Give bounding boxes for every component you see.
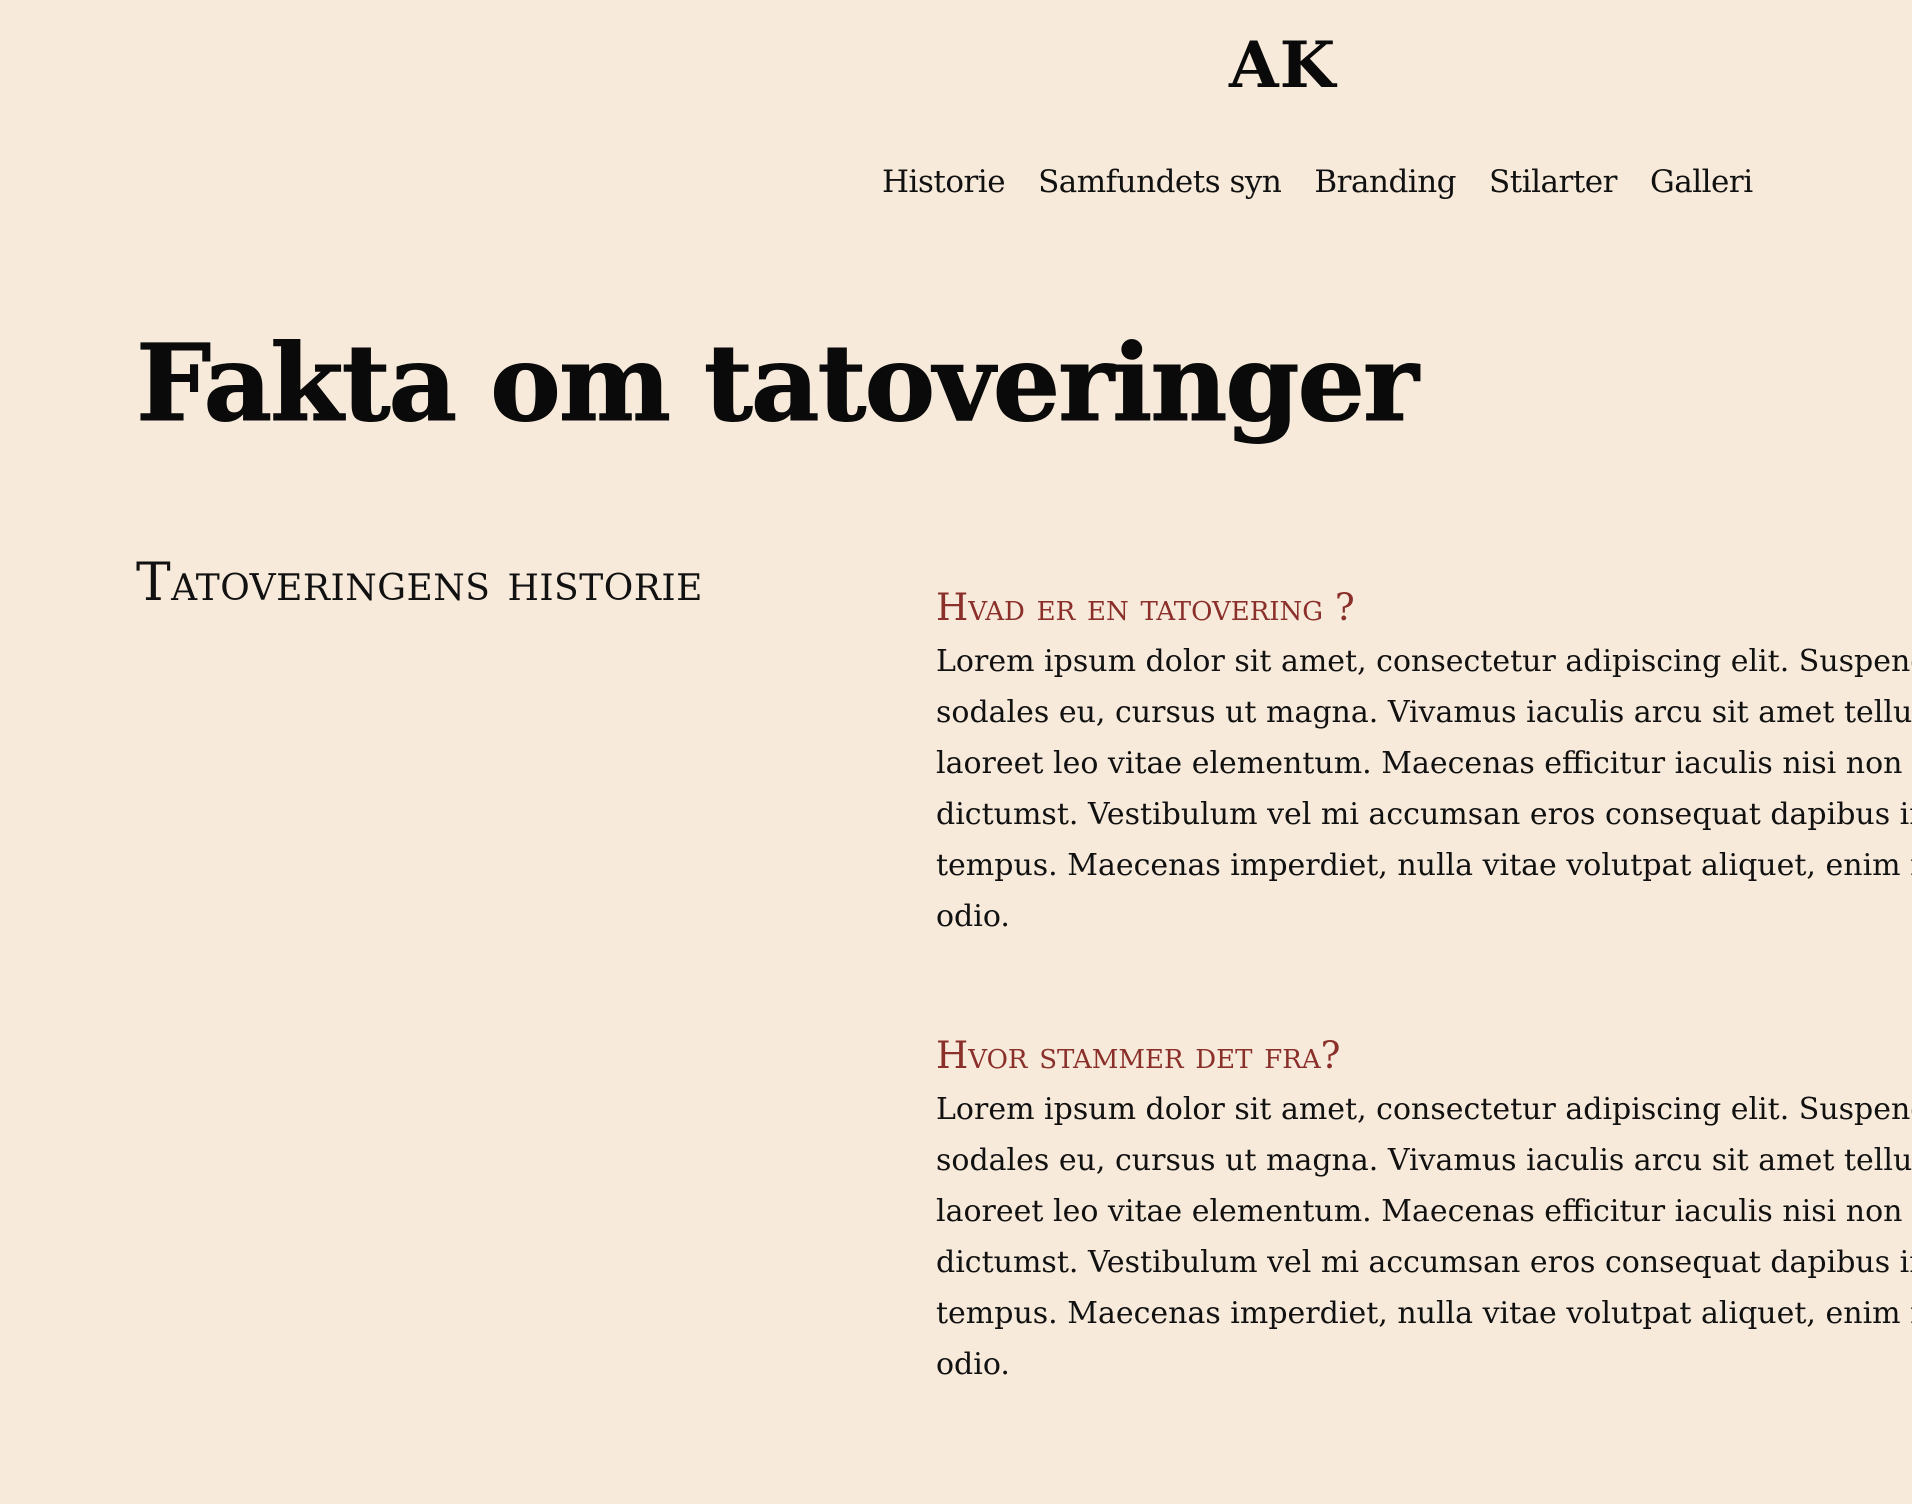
article-body-line: tempus. Maecenas imperdiet, nulla vitae … — [936, 1296, 1912, 1331]
page-title: Fakta om tatoveringer — [136, 320, 1420, 446]
article-body-line: laoreet leo vitae elementum. Maecenas ef… — [936, 1194, 1912, 1229]
article-body-line: Lorem ipsum dolor sit amet, consectetur … — [936, 644, 1912, 679]
site-logo[interactable]: AK — [1229, 28, 1336, 104]
article-body: Lorem ipsum dolor sit amet, consectetur … — [936, 636, 1912, 942]
article-heading: Hvor stammer det fra? — [936, 1034, 1341, 1077]
article-body-line: tempus. Maecenas imperdiet, nulla vitae … — [936, 848, 1912, 883]
article-body-line: dictumst. Vestibulum vel mi accumsan ero… — [936, 1245, 1912, 1280]
article-body: Lorem ipsum dolor sit amet, consectetur … — [936, 1084, 1912, 1390]
nav-item-galleri[interactable]: Galleri — [1650, 160, 1753, 204]
article-body-line: sodales eu, cursus ut magna. Vivamus iac… — [936, 1143, 1912, 1178]
article-origin: Hvor stammer det fra? Lorem ipsum dolor … — [936, 1028, 1912, 1390]
article-body-line: sodales eu, cursus ut magna. Vivamus iac… — [936, 695, 1912, 730]
article-column: Hvad er en tatovering ? Lorem ipsum dolo… — [936, 580, 1912, 1390]
article-body-line: Lorem ipsum dolor sit amet, consectetur … — [936, 1092, 1912, 1127]
nav-item-samfundets-syn[interactable]: Samfundets syn — [1038, 160, 1282, 204]
article-body-line: odio. — [936, 899, 1010, 934]
article-body-line: laoreet leo vitae elementum. Maecenas ef… — [936, 746, 1912, 781]
article-body-line: dictumst. Vestibulum vel mi accumsan ero… — [936, 797, 1912, 832]
main-nav: Historie Samfundets syn Branding Stilart… — [882, 160, 1753, 204]
nav-item-stilarter[interactable]: Stilarter — [1489, 160, 1617, 204]
nav-item-historie[interactable]: Historie — [882, 160, 1006, 204]
nav-item-branding[interactable]: Branding — [1314, 160, 1456, 204]
article-body-line: odio. — [936, 1347, 1010, 1382]
article-heading: Hvad er en tatovering ? — [936, 586, 1355, 629]
section-title: Tatoveringens historie — [136, 553, 703, 613]
article-what-is-tattoo: Hvad er en tatovering ? Lorem ipsum dolo… — [936, 580, 1912, 942]
